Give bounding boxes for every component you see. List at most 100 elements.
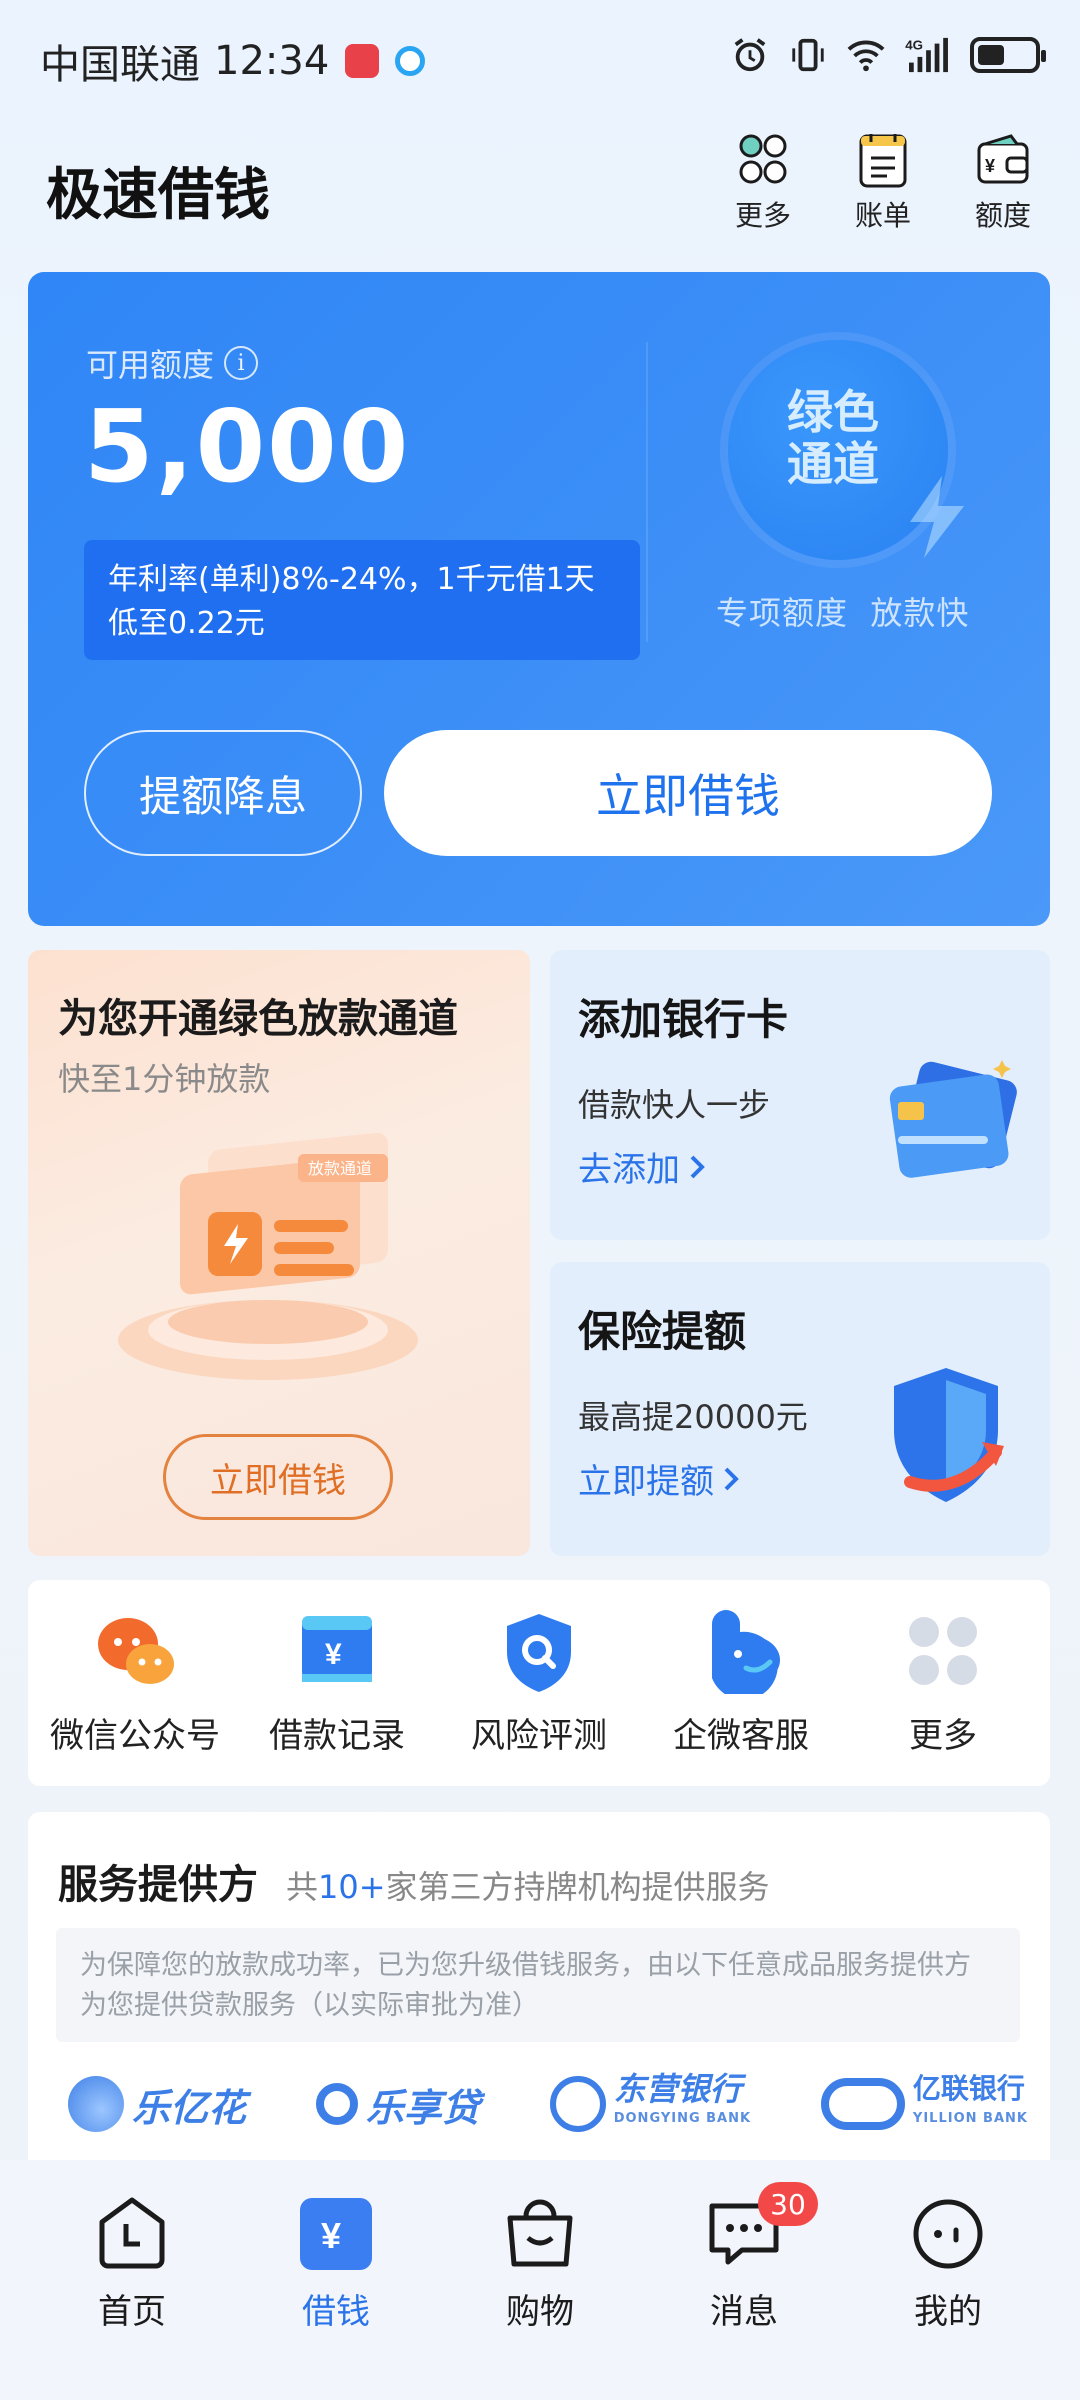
chevron-right-icon [724,1467,739,1490]
card-divider [646,342,648,642]
providers-title: 服务提供方 [58,1862,258,1908]
shortcut-loan-record[interactable]: ¥ 借款记录 [237,1580,437,1786]
nav-borrow[interactable]: ¥ 借钱 [246,2160,426,2400]
shortcut-wechat-label: 微信公众号 [50,1716,220,1756]
bottom-navigation: 首页 ¥ 借钱 购物 30 消息 我的 [0,2160,1080,2400]
clock: 12:34 [214,38,330,84]
raise-limit-link[interactable]: 立即提额 [578,1454,740,1503]
notification-app-icon-2 [395,46,426,76]
nav-home-label: 首页 [98,2292,166,2332]
bank-card-title: 添加银行卡 [578,995,789,1044]
green-channel-subtitle: 专项额度 放款快 [716,594,970,632]
promo-borrow-button[interactable]: 立即借钱 [163,1434,393,1520]
service-providers-section: 服务提供方 共10+家第三方持牌机构提供服务 为保障您的放款成功率，已为您升级借… [28,1812,1050,2172]
nav-home[interactable]: 首页 [42,2160,222,2400]
svg-text:¥: ¥ [321,2215,341,2256]
yillion-bank-logo-icon [820,2078,905,2130]
insurance-title: 保险提额 [578,1307,747,1356]
page-title: 极速借钱 [46,163,270,228]
shortcut-more[interactable]: 更多 [843,1580,1043,1786]
header-bill-label: 账单 [854,199,911,232]
risk-shield-icon [507,1614,571,1692]
provider-name-en: YILLION BANK [912,2111,1028,2126]
shortcut-bar: 微信公众号 ¥ 借款记录 风险评测 企微客服 更多 [28,1580,1050,1786]
providers-count-number: 10+ [318,1868,386,1906]
add-card-link-text: 去添加 [578,1150,680,1190]
header-more-label: 更多 [734,199,791,232]
promo-title: 为您开通绿色放款通道 [58,996,458,1042]
home-clock-icon [99,2197,165,2269]
promo-badge-text: 放款通道 [308,1159,372,1178]
status-bar: 中国联通 12:34 4G [0,0,1080,118]
wechat-icon [98,1618,174,1684]
credit-amount: 5,000 [84,388,411,505]
loan-record-icon: ¥ [302,1616,372,1682]
shopping-bag-icon [507,2199,573,2267]
add-bank-card-promo[interactable]: 添加银行卡 借款快人一步 去添加 [550,950,1050,1240]
svg-text:4G: 4G [905,37,923,52]
vibrate-icon [792,38,824,72]
available-credit-label: 可用额度 i [86,340,259,386]
nav-profile[interactable]: 我的 [858,2160,1038,2400]
rate-info-box: 年利率(单利)8%-24%，1千元借1天低至0.22元 [84,540,640,660]
header-bill-button[interactable]: 账单 [846,130,920,234]
yuan-icon: ¥ [300,2198,372,2270]
providers-count-suffix: 家第三方持牌机构提供服务 [385,1868,770,1906]
provider-logo-lexiangdai: 乐享贷 [315,2077,480,2132]
providers-count: 共10+家第三方持牌机构提供服务 [286,1862,770,1908]
bill-icon [859,134,907,188]
status-right: 4G [730,36,1046,74]
shortcut-wechat[interactable]: 微信公众号 [35,1580,235,1786]
leyihua-logo-icon [68,2076,124,2132]
provider-name: 亿联银行 [912,2072,1025,2105]
nav-shopping[interactable]: 购物 [450,2160,630,2400]
raise-limit-link-text: 立即提额 [578,1462,714,1502]
nav-borrow-label: 借钱 [302,2292,370,2332]
nav-profile-label: 我的 [914,2292,982,2332]
providers-count-prefix: 共 [286,1868,319,1906]
provider-logo-dongying-bank: 东营银行 DONGYING BANK [549,2073,752,2134]
add-card-link[interactable]: 去添加 [578,1142,706,1191]
svg-text:¥: ¥ [325,1638,342,1671]
nav-messages-label: 消息 [710,2292,778,2332]
battery-icon [970,37,1046,73]
credit-card: 可用额度 i 5,000 年利率(单利)8%-24%，1千元借1天低至0.22元… [28,272,1050,926]
bank-card-subtitle: 借款快人一步 [578,1086,771,1124]
shortcut-service-label: 企微客服 [673,1716,809,1756]
shortcut-customer-service[interactable]: 企微客服 [641,1580,841,1786]
header-more-button[interactable]: 更多 [726,130,800,234]
customer-service-icon [712,1610,780,1694]
chevron-right-icon [690,1155,705,1178]
svg-text:¥: ¥ [985,156,995,176]
info-icon[interactable]: i [224,346,259,380]
yillion-bank-name-block: 亿联银行 YILLION BANK [913,2074,1028,2134]
insurance-limit-promo[interactable]: 保险提额 最高提20000元 立即提额 [550,1262,1050,1556]
message-badge: 30 [758,2182,818,2226]
borrow-now-button[interactable]: 立即借钱 [384,730,992,856]
provider-logo-row: 乐亿花 乐享贷 东营银行 DONGYING BANK 亿联银行 YILLION … [68,2073,1028,2134]
grid-more-icon [909,1617,977,1685]
alarm-icon [734,38,766,72]
promo-subtitle: 快至1分钟放款 [58,1060,271,1098]
lexiangdai-logo-icon [315,2083,358,2125]
raise-limit-button[interactable]: 提额降息 [84,730,362,856]
nav-messages[interactable]: 30 消息 [654,2160,834,2400]
wifi-icon [847,40,885,72]
dongying-bank-name-block: 东营银行 DONGYING BANK [613,2073,752,2134]
loan-channel-illustration: 放款通道 [118,1132,418,1380]
wallet-icon: ¥ [977,134,1029,184]
insurance-subtitle: 最高提20000元 [578,1398,808,1436]
profile-icon [913,2199,983,2269]
provider-name: 乐享贷 [365,2085,480,2130]
green-channel-promo-card[interactable]: 为您开通绿色放款通道 快至1分钟放款 放款通道 立即借钱 [28,950,530,1556]
shortcut-risk-assessment[interactable]: 风险评测 [439,1580,639,1786]
notification-app-icon [345,44,380,78]
providers-note: 为保障您的放款成功率，已为您升级借钱服务，由以下任意成品服务提供方为您提供贷款服… [56,1928,1020,2042]
header-quota-button[interactable]: ¥ 额度 [966,130,1040,234]
available-label-text: 可用额度 [86,346,215,384]
shortcut-more-label: 更多 [909,1716,977,1756]
shield-arrow-icon [894,1368,1004,1502]
provider-name-en: DONGYING BANK [613,2111,752,2126]
lightning-icon [910,476,964,558]
shortcut-risk-label: 风险评测 [471,1716,607,1756]
